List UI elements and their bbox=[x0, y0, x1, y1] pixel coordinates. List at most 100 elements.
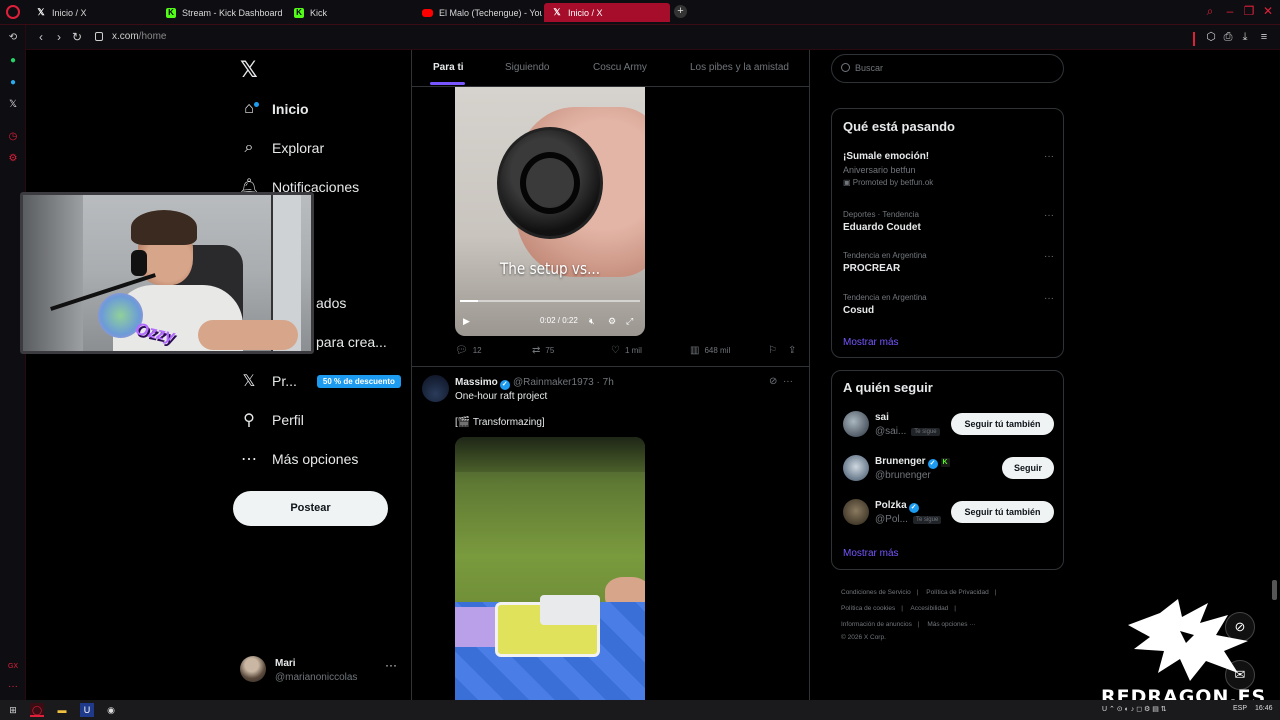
author-name[interactable]: Massimo ✓ bbox=[455, 377, 510, 390]
heart-icon: ♡ bbox=[611, 345, 620, 356]
download-icon[interactable]: ⤓ bbox=[1239, 31, 1251, 43]
close-icon[interactable]: ✕ bbox=[1260, 4, 1276, 20]
play-icon[interactable]: ▶ bbox=[463, 316, 470, 327]
whatsapp-icon[interactable]: ● bbox=[7, 55, 19, 67]
more-icon[interactable]: ··· bbox=[783, 376, 793, 387]
video-player[interactable]: The setup vs... ▶ 0:02 / 0:22 🔇︎ ⚙ ⤢ bbox=[455, 87, 645, 336]
search-input[interactable]: Buscar bbox=[831, 54, 1064, 83]
reload-icon[interactable]: ↻ bbox=[70, 30, 84, 44]
x-sidebar-icon[interactable]: 𝕏 bbox=[7, 99, 19, 111]
reply-button[interactable]: 💬︎ 12 bbox=[455, 345, 482, 356]
settings-gear-icon[interactable]: ⚙ bbox=[7, 153, 19, 165]
footer-link[interactable]: Condiciones de Servicio bbox=[841, 589, 911, 596]
footer-link[interactable]: Información de anuncios bbox=[841, 621, 912, 628]
follow-suggestion[interactable]: Brunenger ✓ K @brunenger Seguir bbox=[843, 455, 1054, 485]
maximize-icon[interactable]: ❐ bbox=[1241, 4, 1257, 20]
obs-icon[interactable]: ◉ bbox=[104, 703, 118, 717]
footer-link[interactable]: Accesibilidad bbox=[910, 605, 948, 612]
video-player[interactable] bbox=[455, 437, 645, 700]
trend-item[interactable]: Tendencia en Argentina Cosud ··· bbox=[843, 293, 1054, 316]
opera-gx-logo-icon[interactable] bbox=[6, 5, 20, 19]
footer-link[interactable]: Política de Privacidad bbox=[926, 589, 989, 596]
share-button[interactable]: ⇪ bbox=[788, 345, 796, 356]
views-button[interactable]: ▥ 648 mil bbox=[690, 345, 730, 356]
post-button[interactable]: Postear bbox=[233, 491, 388, 526]
trend-item[interactable]: Deportes · Tendencia Eduardo Coudet ··· bbox=[843, 210, 1054, 233]
tab-kick[interactable]: K Kick bbox=[286, 3, 414, 22]
tab-los-pibes[interactable]: Los pibes y la amistad bbox=[690, 62, 789, 73]
page-scrollbar[interactable] bbox=[1272, 580, 1277, 600]
footer-link[interactable]: Política de cookies bbox=[841, 605, 895, 612]
nav-item-mas-opciones[interactable]: ⋯ Más opciones bbox=[240, 445, 358, 473]
bookmark-button[interactable]: ⚐ bbox=[768, 345, 777, 356]
keyboard-language[interactable]: ESP bbox=[1233, 705, 1247, 712]
minimize-icon[interactable]: – bbox=[1222, 4, 1238, 20]
follow-back-button[interactable]: Seguir tú también bbox=[951, 501, 1054, 523]
follow-suggestion[interactable]: Polzka ✓ @Pol... Te sigue Seguir tú tambié… bbox=[843, 499, 1054, 529]
nav-item-explorar[interactable]: ⌕ Explorar bbox=[240, 134, 325, 162]
app-u-icon[interactable]: U bbox=[80, 703, 94, 717]
tweet[interactable]: Massimo ✓ @Rainmaker1973 · 7h ⊘ ··· One-h… bbox=[412, 367, 809, 700]
gx-corner-label[interactable]: GX bbox=[7, 661, 19, 673]
telegram-icon[interactable]: ● bbox=[7, 77, 19, 89]
video-caption: The setup vs... bbox=[499, 259, 601, 278]
tab-inicio-x-active[interactable]: 𝕏 Inicio / X bbox=[544, 3, 670, 22]
grok-icon[interactable]: ⊘ bbox=[769, 376, 777, 387]
footer-link[interactable]: Más opciones ··· bbox=[927, 621, 975, 628]
sync-icon[interactable]: ⟲ bbox=[7, 32, 19, 44]
footer-sep: | bbox=[994, 589, 997, 596]
tray-icons[interactable]: U ⌃ ⊙ ◐ ♪ ◻ ⚙ ▤ ⇅ bbox=[1102, 705, 1167, 713]
trend-item[interactable]: ¡Sumale emoción! Aniversario betfun ▣ Pr… bbox=[843, 151, 1054, 187]
more-icon[interactable]: ··· bbox=[1044, 151, 1054, 162]
more-icon[interactable]: ··· bbox=[385, 658, 397, 672]
follow-button[interactable]: Seguir bbox=[1002, 457, 1054, 479]
more-icon[interactable]: ··· bbox=[1044, 210, 1054, 221]
like-button[interactable]: ♡ 1 mil bbox=[611, 345, 642, 356]
sidebar-more-icon[interactable]: ··· bbox=[7, 681, 19, 693]
snapshot-icon[interactable]: ⎙ bbox=[1222, 31, 1234, 43]
x-logo-icon[interactable]: 𝕏 bbox=[240, 58, 258, 83]
url-field[interactable]: x.com/home bbox=[112, 31, 166, 42]
account-switcher[interactable]: Mari @marianoniccolas ··· bbox=[240, 650, 400, 690]
tab-para-ti[interactable]: Para ti bbox=[433, 62, 464, 73]
fullscreen-icon[interactable]: ⤢ bbox=[626, 316, 633, 327]
nav-item-perfil[interactable]: ⚲ Perfil bbox=[240, 406, 304, 434]
history-icon[interactable]: ◷ bbox=[7, 131, 19, 143]
folder-icon[interactable]: ▬ bbox=[55, 703, 69, 717]
tab-coscu-army[interactable]: Coscu Army bbox=[593, 62, 647, 73]
more-icon[interactable]: ··· bbox=[1044, 293, 1054, 304]
tab-kick-dashboard[interactable]: K Stream - Kick Dashboard bbox=[158, 3, 286, 22]
video-progress-bar[interactable] bbox=[460, 300, 640, 302]
windows-start-icon[interactable]: ⊞ bbox=[6, 703, 20, 717]
mute-icon[interactable]: 🔇︎ bbox=[589, 316, 595, 327]
follow-suggestion[interactable]: sai @sai... Te sigue Seguir tú también bbox=[843, 411, 1054, 441]
new-tab-button[interactable]: + bbox=[674, 5, 687, 18]
author-handle[interactable]: @Rainmaker1973 · 7h bbox=[513, 377, 614, 388]
extensions-icon[interactable]: ⬡ bbox=[1205, 31, 1217, 43]
show-more-link[interactable]: Mostrar más bbox=[843, 548, 899, 559]
follow-back-button[interactable]: Seguir tú también bbox=[951, 413, 1054, 435]
nav-item-premium[interactable]: 𝕏 Pr... 50 % de descuento bbox=[240, 367, 401, 395]
avatar[interactable] bbox=[843, 411, 869, 437]
avatar bbox=[240, 656, 266, 682]
trending-title: Qué está pasando bbox=[843, 119, 955, 134]
tab-inicio-x-1[interactable]: 𝕏 Inicio / X bbox=[28, 3, 158, 22]
video-settings-icon[interactable]: ⚙ bbox=[608, 316, 616, 327]
nav-item-inicio[interactable]: ⌂ Inicio bbox=[240, 95, 308, 123]
opera-gx-taskbar-icon[interactable]: ◯ bbox=[30, 703, 44, 717]
avatar[interactable] bbox=[422, 375, 449, 402]
menu-icon[interactable]: ≡ bbox=[1258, 31, 1270, 43]
tab-siguiendo[interactable]: Siguiendo bbox=[505, 62, 549, 73]
repost-button[interactable]: ⇄ 75 bbox=[532, 345, 554, 356]
show-more-link[interactable]: Mostrar más bbox=[843, 337, 899, 348]
avatar[interactable] bbox=[843, 499, 869, 525]
clock[interactable]: 16:46 bbox=[1255, 705, 1273, 712]
back-icon[interactable]: ‹ bbox=[34, 30, 48, 44]
trend-name: Cosud bbox=[843, 305, 875, 316]
avatar[interactable] bbox=[843, 455, 869, 481]
search-tabs-icon[interactable]: ⌕ bbox=[1202, 4, 1218, 20]
trend-item[interactable]: Tendencia en Argentina PROCREAR ··· bbox=[843, 251, 1054, 274]
tab-youtube[interactable]: El Malo (Techengue) - You bbox=[414, 3, 542, 22]
more-icon[interactable]: ··· bbox=[1044, 251, 1054, 262]
forward-icon[interactable]: › bbox=[52, 30, 66, 44]
